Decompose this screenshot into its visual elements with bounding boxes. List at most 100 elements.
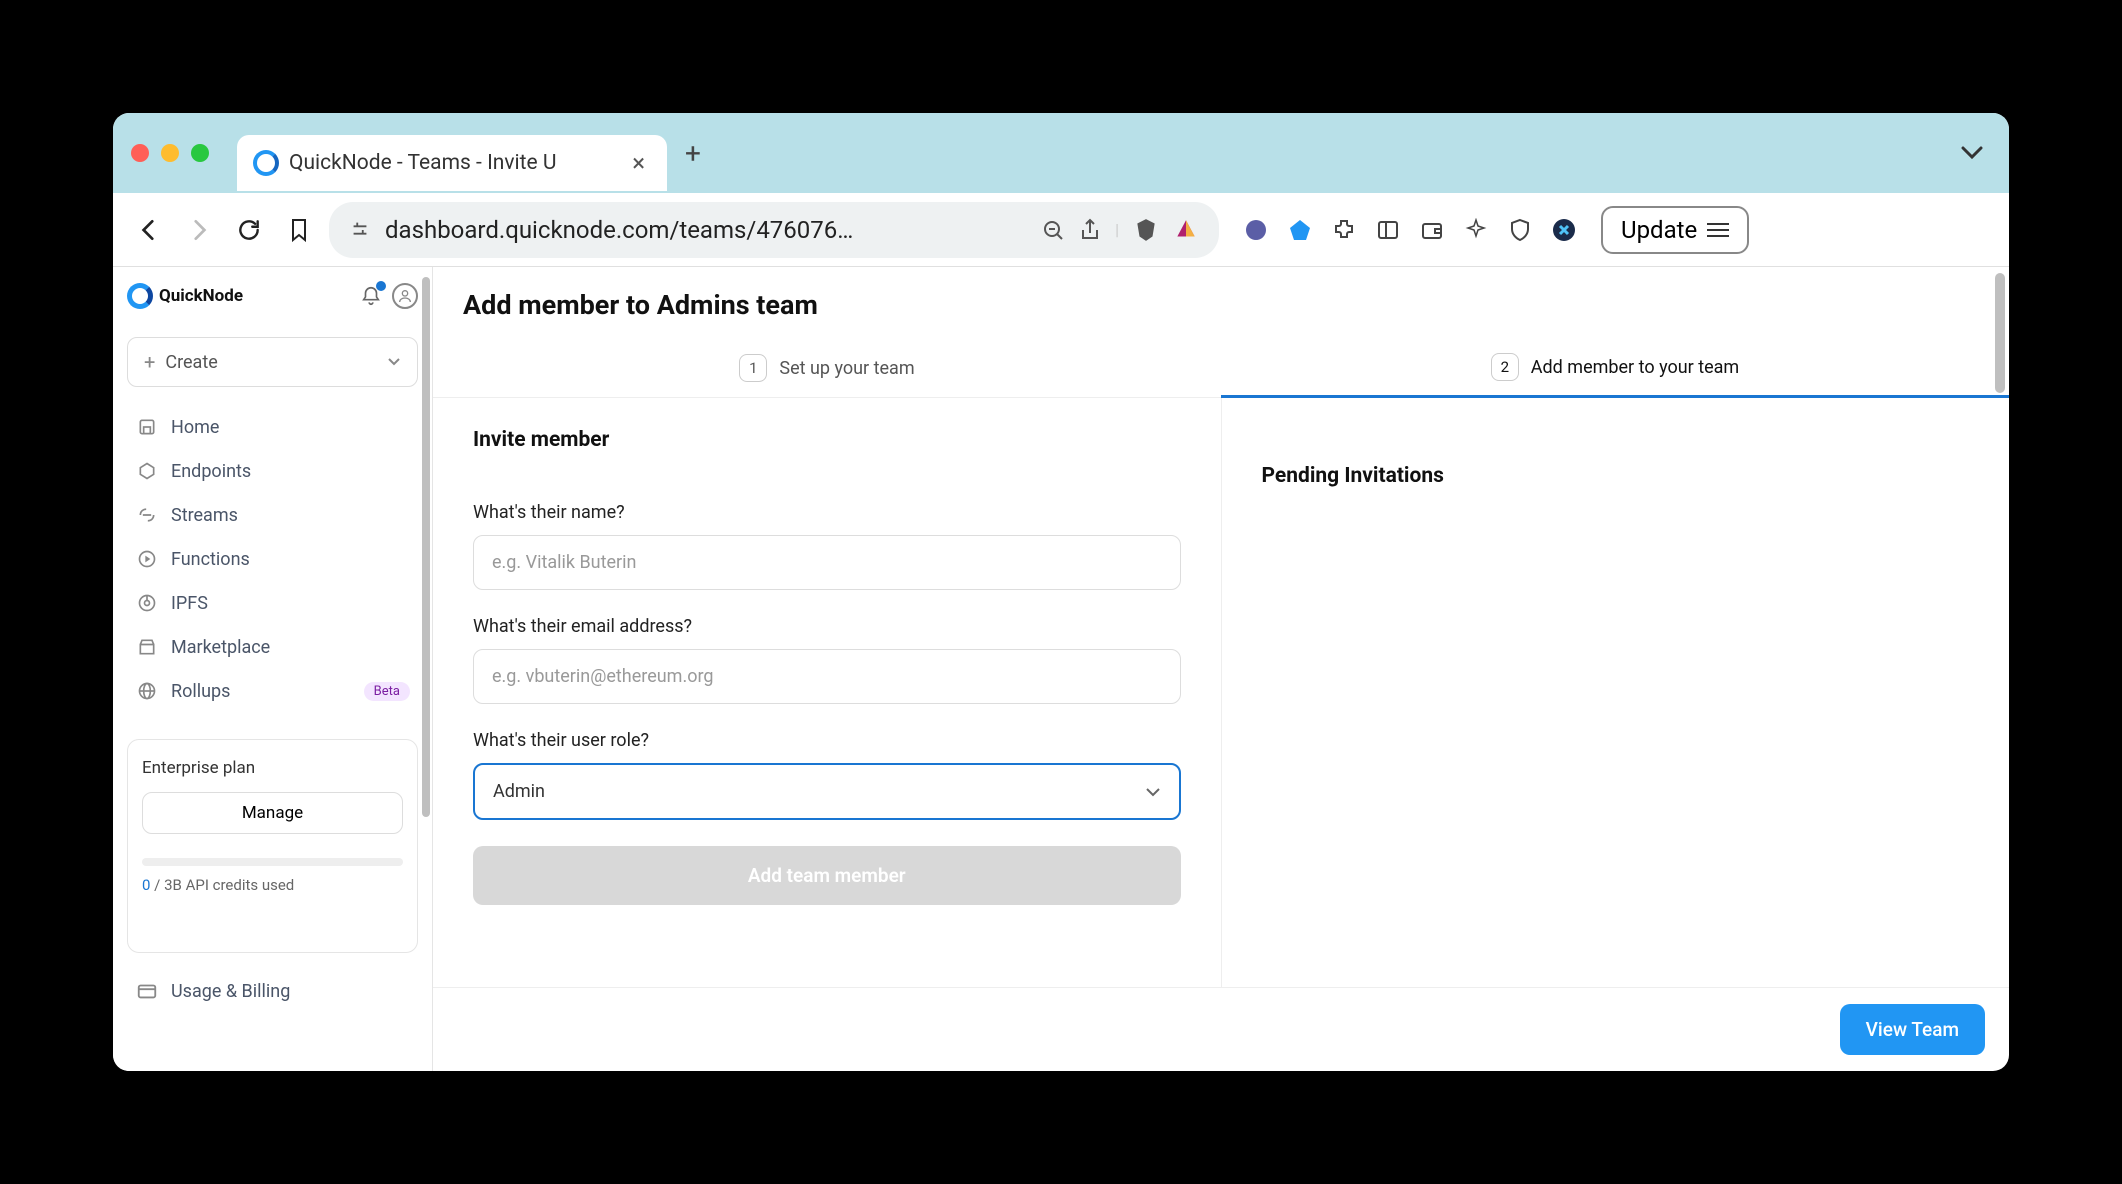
back-button[interactable]: [129, 210, 169, 250]
usage-billing-label: Usage & Billing: [171, 981, 290, 1002]
sidebar-item-label: Endpoints: [171, 461, 251, 482]
page-title: Add member to Admins team: [433, 267, 2009, 339]
sidebar-item-endpoints[interactable]: Endpoints: [123, 449, 422, 493]
notifications-button[interactable]: [358, 283, 384, 309]
app-content: QuickNode + Create: [113, 267, 2009, 1071]
globe-icon: [135, 679, 159, 703]
step-add-member[interactable]: 2 Add member to your team: [1221, 339, 2009, 398]
window-maximize-button[interactable]: [191, 144, 209, 162]
chevron-down-icon: [1145, 787, 1161, 797]
sidebar-item-home[interactable]: Home: [123, 405, 422, 449]
tab-close-button[interactable]: ×: [626, 149, 651, 177]
step-number: 1: [739, 354, 767, 382]
user-avatar-button[interactable]: [392, 283, 418, 309]
sparkle-icon[interactable]: [1461, 215, 1491, 245]
notification-dot-icon: [376, 281, 386, 291]
share-icon[interactable]: [1079, 217, 1101, 243]
sidebar-item-marketplace[interactable]: Marketplace: [123, 625, 422, 669]
role-field-label: What's their user role?: [473, 730, 1181, 751]
new-tab-button[interactable]: +: [685, 137, 701, 170]
sidebar-item-label: Marketplace: [171, 637, 270, 658]
window-close-button[interactable]: [131, 144, 149, 162]
browser-tab-bar: QuickNode - Teams - Invite U × +: [113, 113, 2009, 193]
email-field-label: What's their email address?: [473, 616, 1181, 637]
shield-check-icon[interactable]: [1505, 215, 1535, 245]
name-field-label: What's their name?: [473, 502, 1181, 523]
sidebar-toggle-icon[interactable]: [1373, 215, 1403, 245]
tabs-dropdown-button[interactable]: [1961, 146, 1983, 160]
role-selected-value: Admin: [493, 781, 545, 802]
invite-column: Invite member What's their name? What's …: [433, 398, 1222, 987]
content-row: Invite member What's their name? What's …: [433, 398, 2009, 987]
sidebar-nav: Home Endpoints Streams Functions IPFS: [113, 405, 432, 713]
sidebar-item-ipfs[interactable]: IPFS: [123, 581, 422, 625]
sidebar-item-rollups[interactable]: Rollups Beta: [123, 669, 422, 713]
step-number: 2: [1491, 353, 1519, 381]
ipfs-icon: [135, 591, 159, 615]
credits-total-text: / 3B API credits used: [150, 876, 294, 894]
add-team-member-button[interactable]: Add team member: [473, 846, 1181, 905]
home-icon: [135, 415, 159, 439]
extensions-menu-icon[interactable]: [1329, 215, 1359, 245]
beta-badge: Beta: [364, 682, 410, 701]
manage-plan-button[interactable]: Manage: [142, 792, 403, 834]
stepper: 1 Set up your team 2 Add member to your …: [433, 339, 2009, 398]
reload-button[interactable]: [229, 210, 269, 250]
hexagon-icon: [135, 459, 159, 483]
forward-button[interactable]: [179, 210, 219, 250]
sidebar-item-label: Functions: [171, 549, 250, 570]
sidebar-scrollbar[interactable]: [422, 277, 430, 817]
brave-shield-icon[interactable]: [1133, 217, 1159, 243]
step-setup-team[interactable]: 1 Set up your team: [433, 339, 1221, 397]
plus-icon: +: [144, 350, 155, 374]
quicknode-logo-icon: [127, 283, 153, 309]
sidebar-item-usage-billing[interactable]: Usage & Billing: [113, 963, 432, 1019]
menu-icon: [1707, 223, 1729, 237]
zoom-out-icon[interactable]: [1041, 218, 1065, 242]
role-field-group: What's their user role? Admin: [473, 730, 1181, 820]
address-bar[interactable]: dashboard.quicknode.com/teams/476076… |: [329, 202, 1219, 258]
role-select[interactable]: Admin: [473, 763, 1181, 820]
stream-icon: [135, 503, 159, 527]
sidebar-item-label: Rollups: [171, 681, 230, 702]
brand-logo[interactable]: QuickNode: [127, 283, 243, 309]
brand-name: QuickNode: [159, 286, 243, 306]
wallet-icon[interactable]: [1417, 215, 1447, 245]
sidebar-item-label: Streams: [171, 505, 238, 526]
pending-column: Pending Invitations: [1222, 398, 2010, 987]
url-text: dashboard.quicknode.com/teams/476076…: [385, 216, 1027, 244]
sidebar-item-streams[interactable]: Streams: [123, 493, 422, 537]
sidebar-header: QuickNode: [113, 267, 432, 325]
main-scrollbar[interactable]: [1995, 273, 2005, 393]
extension-icon[interactable]: [1285, 215, 1315, 245]
extensions-row: [1241, 215, 1579, 245]
credits-text: 0 / 3B API credits used: [142, 876, 403, 894]
plan-card: Enterprise plan Manage 0 / 3B API credit…: [127, 739, 418, 953]
card-icon: [135, 979, 159, 1003]
store-icon: [135, 635, 159, 659]
bookmark-button[interactable]: [279, 210, 319, 250]
name-field-group: What's their name?: [473, 502, 1181, 590]
email-input[interactable]: [473, 649, 1181, 704]
browser-tab[interactable]: QuickNode - Teams - Invite U ×: [237, 135, 667, 191]
tab-favicon-icon: [253, 150, 279, 176]
extension-icon[interactable]: [1241, 215, 1271, 245]
main-content: Add member to Admins team 1 Set up your …: [433, 267, 2009, 1071]
sidebar-item-functions[interactable]: Functions: [123, 537, 422, 581]
window-minimize-button[interactable]: [161, 144, 179, 162]
tab-title: QuickNode - Teams - Invite U: [289, 151, 616, 175]
traffic-lights: [131, 144, 209, 162]
sidebar-item-label: IPFS: [171, 593, 208, 614]
name-input[interactable]: [473, 535, 1181, 590]
credits-progress-bar: [142, 858, 403, 866]
create-button[interactable]: + Create: [127, 337, 418, 387]
extension-icon[interactable]: [1549, 215, 1579, 245]
plan-title: Enterprise plan: [142, 758, 403, 778]
view-team-button[interactable]: View Team: [1840, 1004, 1985, 1055]
update-button[interactable]: Update: [1601, 206, 1749, 254]
site-settings-icon: [349, 219, 371, 241]
play-icon: [135, 547, 159, 571]
sidebar: QuickNode + Create: [113, 267, 433, 1071]
invite-section-title: Invite member: [473, 428, 1181, 452]
brave-logo-icon[interactable]: [1173, 217, 1199, 243]
